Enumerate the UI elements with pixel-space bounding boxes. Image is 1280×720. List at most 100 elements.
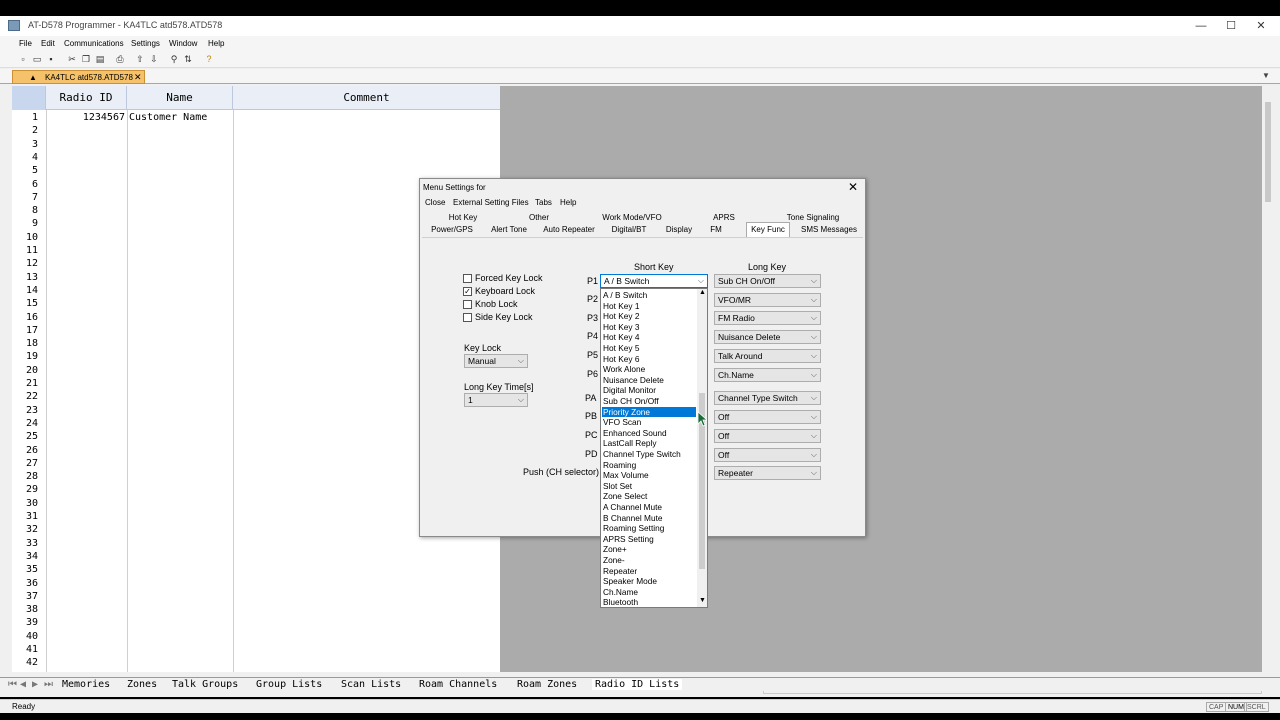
tab-display[interactable]: Display <box>662 225 696 234</box>
copy-icon[interactable]: ❐ <box>80 53 92 65</box>
dialog-menu-external-setting-files[interactable]: External Setting Files <box>453 198 529 207</box>
sheet-tab-scan-lists[interactable]: Scan Lists <box>341 679 401 690</box>
menu-edit[interactable]: Edit <box>41 39 55 48</box>
column-radio-id[interactable]: Radio ID <box>46 86 127 110</box>
row-number[interactable]: 39 <box>12 617 38 628</box>
dropdown-option[interactable]: Speaker Mode <box>602 576 696 587</box>
dropdown-option[interactable]: Hot Key 6 <box>602 354 696 365</box>
dropdown-option[interactable]: LastCall Reply <box>602 438 696 449</box>
scroll-up-icon[interactable]: ▲ <box>699 289 706 296</box>
menu-help[interactable]: Help <box>208 39 224 48</box>
knob-lock-checkbox[interactable] <box>463 300 472 309</box>
dropdown-option[interactable]: Hot Key 2 <box>602 311 696 322</box>
dropdown-option[interactable]: Sub CH On/Off <box>602 396 696 407</box>
row-number[interactable]: 32 <box>12 524 38 535</box>
dropdown-option[interactable]: Roaming Setting <box>602 523 696 534</box>
row-number[interactable]: 31 <box>12 511 38 522</box>
long-key-push-select[interactable]: Repeater ⌵ <box>714 466 821 480</box>
menu-communications[interactable]: Communications <box>64 39 124 48</box>
print-icon[interactable]: ⎙ <box>114 53 126 65</box>
tab-key-func[interactable]: Key Func <box>746 222 790 237</box>
close-button[interactable]: ✕ <box>1246 18 1276 34</box>
row-number[interactable]: 19 <box>12 351 38 362</box>
row-number[interactable]: 40 <box>12 631 38 642</box>
long-key-p6-select[interactable]: Ch.Name ⌵ <box>714 368 821 382</box>
dropdown-option[interactable]: Hot Key 5 <box>602 343 696 354</box>
row-number[interactable]: 10 <box>12 232 38 243</box>
row-number[interactable]: 11 <box>12 245 38 256</box>
new-file-icon[interactable]: ▫ <box>17 53 29 65</box>
row-number[interactable]: 16 <box>12 312 38 323</box>
tab-work-mode-vfo[interactable]: Work Mode/VFO <box>596 213 668 222</box>
dropdown-option[interactable]: APRS Setting <box>602 534 696 545</box>
tab-list-chevron-icon[interactable]: ▼ <box>1262 71 1270 80</box>
dropdown-option[interactable]: Repeater <box>602 566 696 577</box>
vertical-scroll-thumb[interactable] <box>1265 102 1271 202</box>
row-number[interactable]: 4 <box>12 152 38 163</box>
prev-sheet-icon[interactable]: ◀ <box>20 679 26 690</box>
dropdown-option[interactable]: Digital Monitor <box>602 385 696 396</box>
dropdown-option[interactable]: Max Volume <box>602 470 696 481</box>
tab-digital-bt[interactable]: Digital/BT <box>606 225 652 234</box>
row-number[interactable]: 14 <box>12 285 38 296</box>
close-tab-icon[interactable]: ✕ <box>134 72 142 83</box>
row-number[interactable]: 12 <box>12 258 38 269</box>
long-key-p4-select[interactable]: Nuisance Delete ⌵ <box>714 330 821 344</box>
tab-sms-messages[interactable]: SMS Messages <box>798 225 860 234</box>
dropdown-option[interactable]: Work Alone <box>602 364 696 375</box>
long-key-p2-select[interactable]: VFO/MR ⌵ <box>714 293 821 307</box>
save-icon[interactable]: ▪ <box>45 53 57 65</box>
side-key-lock-checkbox[interactable] <box>463 313 472 322</box>
row-number[interactable]: 5 <box>12 165 38 176</box>
dropdown-option[interactable]: VFO Scan <box>602 417 696 428</box>
sheet-tab-memories[interactable]: Memories <box>62 679 110 690</box>
row-number[interactable]: 30 <box>12 498 38 509</box>
long-key-pd-select[interactable]: Off ⌵ <box>714 448 821 462</box>
sheet-tab-group-lists[interactable]: Group Lists <box>256 679 322 690</box>
sheet-tab-zones[interactable]: Zones <box>127 679 157 690</box>
row-number[interactable]: 26 <box>12 445 38 456</box>
tab-hot-key[interactable]: Hot Key <box>434 213 492 222</box>
tab-fm[interactable]: FM <box>704 225 728 234</box>
sheet-tab-radio-id-lists[interactable]: Radio ID Lists <box>592 679 683 690</box>
first-sheet-icon[interactable]: ⏮ <box>8 679 17 690</box>
dropdown-option[interactable]: Enhanced Sound <box>602 428 696 439</box>
row-number[interactable]: 3 <box>12 139 38 150</box>
row-number[interactable]: 23 <box>12 405 38 416</box>
row-number[interactable]: 2 <box>12 125 38 136</box>
maximize-button[interactable]: ☐ <box>1216 18 1246 34</box>
menu-window[interactable]: Window <box>169 39 197 48</box>
dropdown-option[interactable]: Hot Key 1 <box>602 301 696 312</box>
sheet-tab-roam-channels[interactable]: Roam Channels <box>419 679 497 690</box>
help-icon[interactable]: ? <box>203 53 215 65</box>
tab-aprs[interactable]: APRS <box>705 213 743 222</box>
keyboard-lock-checkbox[interactable]: ✓ <box>463 287 472 296</box>
dialog-menu-help[interactable]: Help <box>560 198 576 207</box>
column-name[interactable]: Name <box>127 86 233 110</box>
cell-radio-id[interactable]: 1234567 <box>46 112 125 123</box>
row-number[interactable]: 37 <box>12 591 38 602</box>
row-number[interactable]: 36 <box>12 578 38 589</box>
dropdown-option[interactable]: Bluetooth <box>602 597 696 608</box>
long-key-time-select[interactable]: 1 ⌵ <box>464 393 528 407</box>
row-number[interactable]: 9 <box>12 218 38 229</box>
row-number[interactable]: 1 <box>12 112 38 123</box>
minimize-button[interactable]: — <box>1186 18 1216 34</box>
tab-other[interactable]: Other <box>522 213 556 222</box>
dropdown-option[interactable]: Ch.Name <box>602 587 696 598</box>
next-sheet-icon[interactable]: ▶ <box>32 679 38 690</box>
row-number[interactable]: 8 <box>12 205 38 216</box>
row-number[interactable]: 38 <box>12 604 38 615</box>
row-number[interactable]: 17 <box>12 325 38 336</box>
open-folder-icon[interactable]: ▭ <box>31 53 43 65</box>
menu-settings[interactable]: Settings <box>131 39 160 48</box>
cell-name[interactable]: Customer Name <box>129 112 207 123</box>
dropdown-option[interactable]: Nuisance Delete <box>602 375 696 386</box>
sheet-tab-talk-groups[interactable]: Talk Groups <box>172 679 238 690</box>
row-number[interactable]: 24 <box>12 418 38 429</box>
forced-key-lock-checkbox[interactable] <box>463 274 472 283</box>
dialog-menu-close[interactable]: Close <box>425 198 445 207</box>
row-number[interactable]: 20 <box>12 365 38 376</box>
find-icon[interactable]: ⚲ <box>168 53 180 65</box>
row-number[interactable]: 35 <box>12 564 38 575</box>
